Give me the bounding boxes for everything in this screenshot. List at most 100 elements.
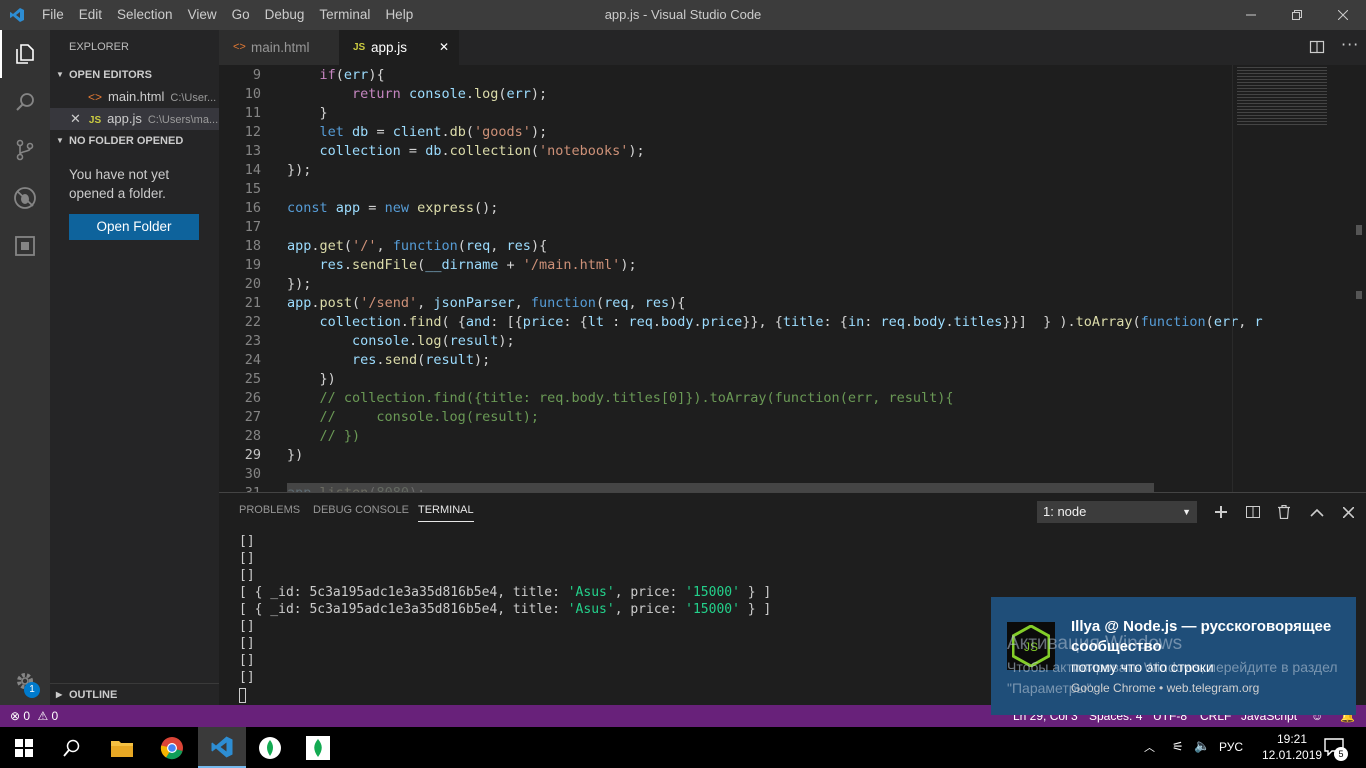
debug-activity[interactable] <box>0 174 50 222</box>
code-line[interactable]: res.sendFile(__dirname + '/main.html'); <box>287 257 637 273</box>
maximize-panel-button[interactable] <box>1306 501 1328 523</box>
tab-app-js[interactable]: JS app.js ✕ <box>339 30 459 65</box>
minimap[interactable] <box>1232 65 1352 492</box>
restore-button[interactable] <box>1274 0 1320 30</box>
close-panel-button[interactable] <box>1337 501 1359 523</box>
code-line[interactable]: res.send(result); <box>287 352 490 368</box>
git-branch-icon <box>16 139 34 161</box>
clock[interactable]: 19:21 12.01.2019 <box>1262 731 1322 763</box>
input-language[interactable]: РУС <box>1219 727 1243 768</box>
code-line[interactable]: // console.log(result); <box>287 409 539 425</box>
code-line[interactable]: } <box>287 105 328 121</box>
tab-label: app.js <box>371 40 408 55</box>
mongodb-taskbar[interactable] <box>294 727 342 768</box>
code-line[interactable]: return console.log(err); <box>287 86 547 102</box>
line-number: 27 <box>244 409 261 425</box>
open-editor-item[interactable]: ✕ JS app.js C:\Users\ma... <box>50 108 219 130</box>
action-center-button[interactable]: 5 <box>1324 738 1348 761</box>
minimize-button[interactable] <box>1228 0 1274 30</box>
restore-icon <box>1292 10 1302 20</box>
menu-terminal[interactable]: Terminal <box>319 0 370 30</box>
code-line[interactable]: }); <box>287 276 311 292</box>
more-actions-icon[interactable]: ··· <box>1341 35 1359 54</box>
code-line[interactable]: const app = new express(); <box>287 200 498 216</box>
search-activity[interactable] <box>0 78 50 126</box>
explorer-activity[interactable] <box>0 30 50 78</box>
clock-date: 12.01.2019 <box>1262 748 1323 762</box>
activity-bar: 1 <box>0 30 50 705</box>
code-line[interactable]: }) <box>287 371 336 387</box>
mongodb-compass-taskbar[interactable] <box>246 727 294 768</box>
terminal-select[interactable]: 1: node ▼ <box>1037 501 1197 523</box>
chrome-notification[interactable]: JS Активация Windows Чтобы активировать … <box>991 597 1356 715</box>
terminal-line: [ { _id: 5c3a195adc1e3a35d816b5e4, title… <box>239 585 772 600</box>
close-tab-icon[interactable]: ✕ <box>439 30 449 65</box>
open-editors-header[interactable]: ▼ OPEN EDITORS <box>50 64 219 86</box>
terminal-line: [] <box>239 653 255 668</box>
menu-go[interactable]: Go <box>232 0 250 30</box>
minimize-icon <box>1246 14 1256 16</box>
code-line[interactable]: let db = client.db('goods'); <box>287 124 548 140</box>
new-terminal-button[interactable] <box>1210 501 1232 523</box>
manage-activity[interactable]: 1 <box>0 657 50 705</box>
menu-debug[interactable]: Debug <box>265 0 305 30</box>
network-icon[interactable]: ⚟ <box>1172 740 1184 755</box>
chrome-icon <box>160 736 183 759</box>
close-window-button[interactable] <box>1320 0 1366 30</box>
notification-count-badge: 5 <box>1334 747 1348 761</box>
code-line[interactable]: app.post('/send', jsonParser, function(r… <box>287 295 685 311</box>
problems-status[interactable]: ⊗ 0 ⚠ 0 <box>10 705 58 727</box>
outline-header[interactable]: ▶ OUTLINE <box>50 683 219 705</box>
code-line[interactable]: collection = db.collection('notebooks'); <box>287 143 645 159</box>
code-editor[interactable]: 9 10 11 12 13 14 15 16 17 18 19 20 21 22 23 24 25 26 27 28 2… <box>219 65 1366 492</box>
js-file-icon: JS <box>353 42 366 53</box>
code-line[interactable]: }) <box>287 447 303 463</box>
line-number: 21 <box>244 295 261 311</box>
code-line[interactable]: if(err){ <box>287 67 385 83</box>
kill-terminal-button[interactable] <box>1273 501 1295 523</box>
tab-problems[interactable]: PROBLEMS <box>239 504 300 516</box>
line-number: 17 <box>244 219 261 235</box>
terminal-line: [] <box>239 670 255 685</box>
mongodb-icon <box>259 736 281 759</box>
open-editor-item[interactable]: <> main.html C:\User... <box>50 86 219 108</box>
code-line[interactable]: collection.find( {and: [{price: {lt : re… <box>287 314 1263 330</box>
menu-edit[interactable]: Edit <box>79 0 102 30</box>
horizontal-scrollbar[interactable] <box>287 483 1154 492</box>
code-line[interactable]: // }) <box>287 428 361 444</box>
open-editor-path: C:\Users\ma... <box>147 114 219 126</box>
code-line[interactable]: console.log(result); <box>287 333 515 349</box>
code-line[interactable]: }); <box>287 162 311 178</box>
start-button[interactable] <box>0 727 48 768</box>
extensions-icon <box>15 236 35 256</box>
taskbar-search-button[interactable] <box>48 727 96 768</box>
chrome-taskbar[interactable] <box>148 727 196 768</box>
menu-selection[interactable]: Selection <box>117 0 173 30</box>
menu-file[interactable]: File <box>42 0 64 30</box>
file-explorer-taskbar[interactable] <box>98 727 146 768</box>
code-line[interactable]: app.get('/', function(req, res){ <box>287 238 547 254</box>
no-folder-header[interactable]: ▼ NO FOLDER OPENED <box>50 130 219 152</box>
terminal-line: [] <box>239 636 255 651</box>
tab-terminal[interactable]: TERMINAL <box>418 504 474 522</box>
html-file-icon: <> <box>233 41 246 53</box>
chevron-right-icon: ▶ <box>56 690 63 699</box>
menu-view[interactable]: View <box>188 0 217 30</box>
extensions-activity[interactable] <box>0 222 50 270</box>
code-line[interactable]: // collection.find({title: req.body.titl… <box>287 390 954 406</box>
open-folder-button[interactable]: Open Folder <box>69 214 199 240</box>
notification-source: Google Chrome • web.telegram.org <box>1071 681 1260 695</box>
files-icon <box>16 44 34 64</box>
volume-icon[interactable]: 🔈 <box>1194 739 1210 754</box>
tray-chevron-icon[interactable]: ︿ <box>1144 727 1155 768</box>
split-editor-button[interactable] <box>1309 39 1325 55</box>
split-terminal-button[interactable] <box>1242 501 1264 523</box>
vscode-taskbar[interactable] <box>198 727 246 768</box>
close-editor-icon[interactable]: ✕ <box>70 111 81 126</box>
menu-help[interactable]: Help <box>385 0 413 30</box>
source-control-activity[interactable] <box>0 126 50 174</box>
tab-main-html[interactable]: <> main.html <box>219 30 339 65</box>
line-number: 9 <box>252 67 261 83</box>
terminal-output[interactable]: [] [] [] [ { _id: 5c3a195adc1e3a35d816b5e4,… <box>239 533 771 686</box>
tab-debug-console[interactable]: DEBUG CONSOLE <box>313 504 409 516</box>
